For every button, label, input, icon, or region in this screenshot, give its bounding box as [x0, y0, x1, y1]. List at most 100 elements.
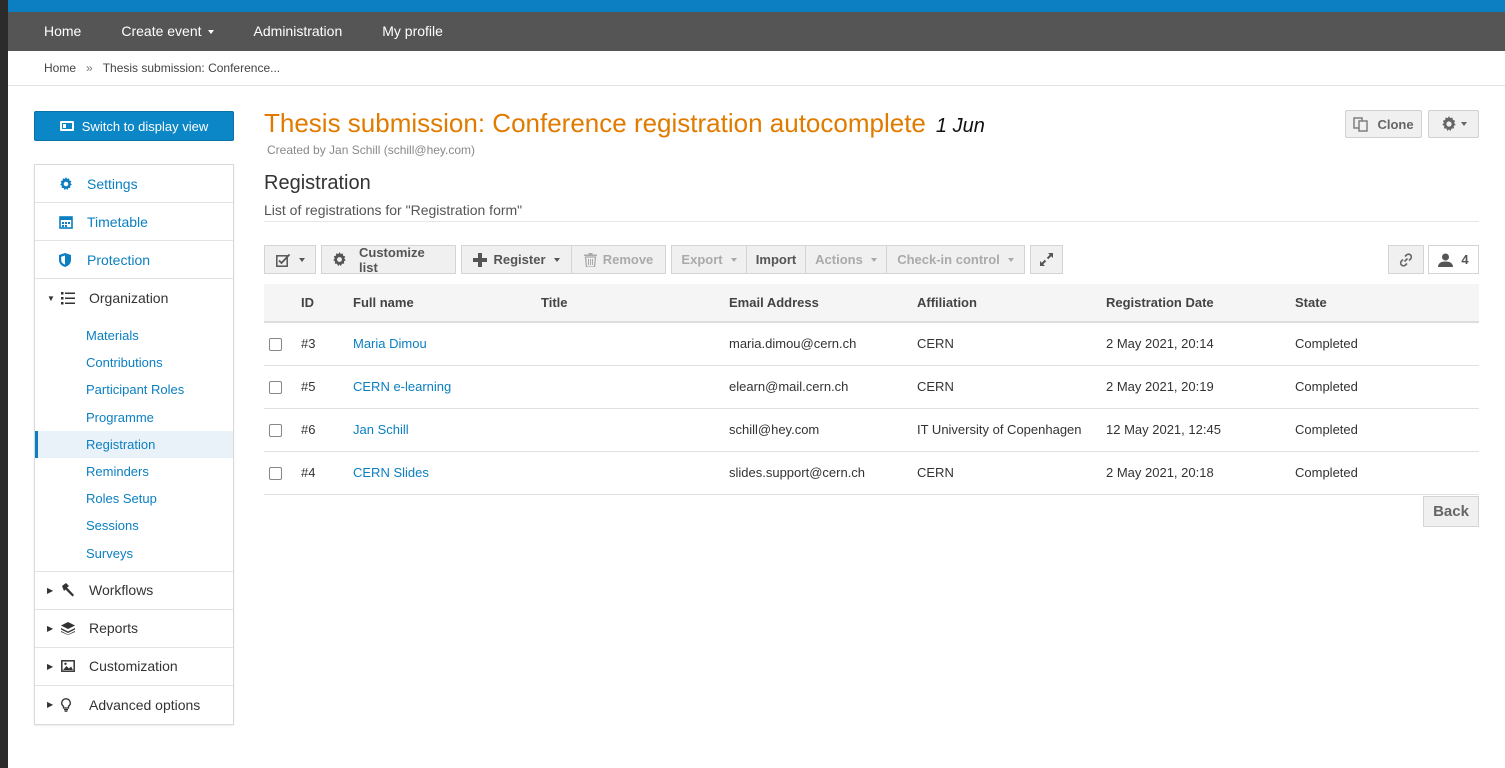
checkin-label: Check-in control: [897, 252, 1000, 267]
column-header-registration-date[interactable]: Registration Date: [1106, 284, 1295, 323]
remove-label: Remove: [602, 252, 654, 267]
chevron-down-icon: [730, 257, 737, 262]
table-row[interactable]: #6 Jan Schill schill@hey.com IT Universi…: [264, 408, 1479, 452]
sidebar-menu: Settings Timetable Protection ▼ Organiza…: [34, 164, 234, 725]
column-header-full-name[interactable]: Full name: [353, 284, 541, 323]
import-button[interactable]: Import: [746, 245, 806, 274]
row-checkbox[interactable]: [269, 467, 282, 481]
chevron-down-icon: [1460, 122, 1467, 126]
column-header-email[interactable]: Email Address: [729, 284, 917, 323]
import-label: Import: [755, 252, 797, 267]
back-button[interactable]: Back: [1423, 496, 1479, 527]
registrant-name-link[interactable]: CERN e-learning: [353, 379, 451, 394]
row-checkbox[interactable]: [269, 381, 282, 395]
page-title: Thesis submission: Conference registrati…: [264, 108, 926, 138]
checkin-control-button[interactable]: Check-in control: [886, 245, 1025, 274]
table-row[interactable]: #3 Maria Dimou maria.dimou@cern.ch CERN …: [264, 322, 1479, 366]
column-header-title[interactable]: Title: [541, 284, 729, 323]
gear-icon: [59, 176, 85, 191]
row-checkbox[interactable]: [269, 338, 282, 352]
list-icon: [61, 291, 85, 305]
sidebar-item-reminders[interactable]: Reminders: [35, 458, 233, 485]
column-header-state[interactable]: State: [1295, 284, 1479, 323]
hammer-icon: [61, 583, 85, 597]
top-accent-stripe: [8, 0, 1505, 12]
sidebar-item-roles-setup[interactable]: Roles Setup: [35, 485, 233, 512]
link-button[interactable]: [1388, 245, 1424, 274]
section-subtitle: List of registrations for "Registration …: [264, 202, 523, 218]
lightbulb-icon: [61, 697, 85, 712]
switch-to-display-view-button[interactable]: Switch to display view: [34, 111, 234, 141]
select-dropdown-button[interactable]: [264, 245, 316, 274]
registrations-toolbar: Customize list Register Remove Export Im…: [264, 245, 1063, 275]
window-edge: [0, 0, 8, 768]
sidebar-item-contributions[interactable]: Contributions: [35, 349, 233, 376]
cell-state: Completed: [1295, 322, 1479, 366]
sidebar-item-reports[interactable]: ▶ Reports: [35, 610, 233, 648]
registrant-name-link[interactable]: CERN Slides: [353, 465, 429, 480]
sidebar-item-surveys[interactable]: Surveys: [35, 540, 233, 567]
registrant-name-link[interactable]: Maria Dimou: [353, 336, 427, 351]
sidebar-item-sessions[interactable]: Sessions: [35, 512, 233, 539]
customize-list-button[interactable]: Customize list: [321, 245, 456, 275]
sidebar-item-materials[interactable]: Materials: [35, 322, 233, 349]
nav-create-event[interactable]: Create event: [101, 12, 233, 51]
sidebar-item-settings[interactable]: Settings: [35, 165, 233, 203]
cell-title: [541, 451, 729, 495]
export-button[interactable]: Export: [671, 245, 747, 274]
chevron-down-icon: [1007, 257, 1014, 262]
sidebar-item-customization[interactable]: ▶ Customization: [35, 648, 233, 686]
layers-icon: [61, 621, 85, 635]
register-button[interactable]: Register: [461, 245, 572, 274]
sidebar-item-timetable[interactable]: Timetable: [35, 203, 233, 241]
sidebar-item-label: Settings: [87, 175, 138, 192]
table-row[interactable]: #4 CERN Slides slides.support@cern.ch CE…: [264, 451, 1479, 495]
column-header-affiliation[interactable]: Affiliation: [917, 284, 1106, 323]
cell-id: #6: [301, 408, 353, 452]
chevron-down-icon: [870, 257, 877, 262]
registrant-name-link[interactable]: Jan Schill: [353, 422, 409, 437]
nav-my-profile[interactable]: My profile: [362, 12, 463, 51]
nav-administration[interactable]: Administration: [234, 12, 363, 51]
sidebar-item-label: Organization: [89, 290, 169, 306]
cell-registration-date: 2 May 2021, 20:18: [1106, 451, 1295, 495]
row-checkbox[interactable]: [269, 424, 282, 438]
actions-label: Actions: [815, 252, 863, 267]
nav-home[interactable]: Home: [8, 12, 101, 51]
expand-button[interactable]: [1030, 245, 1063, 274]
sidebar-item-protection[interactable]: Protection: [35, 241, 233, 279]
clone-button[interactable]: Clone: [1345, 110, 1422, 138]
cell-registration-date: 2 May 2021, 20:14: [1106, 322, 1295, 366]
sidebar-item-advanced-options[interactable]: ▶ Advanced options: [35, 686, 233, 724]
caret-right-icon: ▶: [47, 700, 54, 710]
settings-dropdown-button[interactable]: [1428, 110, 1479, 138]
caret-right-icon: ▶: [47, 585, 54, 595]
plus-icon: [473, 252, 488, 267]
actions-button[interactable]: Actions: [805, 245, 887, 274]
cell-state: Completed: [1295, 365, 1479, 409]
sidebar-item-programme[interactable]: Programme: [35, 404, 233, 431]
sidebar-item-workflows[interactable]: ▶ Workflows: [35, 572, 233, 610]
column-header-id[interactable]: ID: [301, 284, 353, 323]
table-row[interactable]: #5 CERN e-learning elearn@mail.cern.ch C…: [264, 365, 1479, 409]
remove-button[interactable]: Remove: [571, 245, 666, 274]
breadcrumb-separator: »: [86, 61, 93, 75]
sidebar-item-label: Customization: [89, 658, 178, 675]
chevron-down-icon: [298, 257, 305, 262]
image-icon: [61, 660, 85, 673]
sidebar-item-organization[interactable]: ▼ Organization: [35, 279, 233, 317]
copy-icon: [1353, 116, 1369, 132]
cell-state: Completed: [1295, 408, 1479, 452]
display-view-icon: [59, 121, 74, 131]
shield-icon: [59, 252, 85, 267]
sidebar-item-registration[interactable]: Registration: [35, 430, 233, 458]
registrant-count: 4: [1428, 245, 1479, 274]
cell-id: #5: [301, 365, 353, 409]
link-icon: [1398, 252, 1414, 268]
sidebar-item-participant-roles[interactable]: Participant Roles: [35, 376, 233, 403]
chevron-down-icon: [553, 257, 560, 262]
breadcrumb-home[interactable]: Home: [44, 61, 76, 75]
expand-icon: [1040, 253, 1053, 266]
export-label: Export: [681, 252, 723, 267]
cell-title: [541, 365, 729, 409]
